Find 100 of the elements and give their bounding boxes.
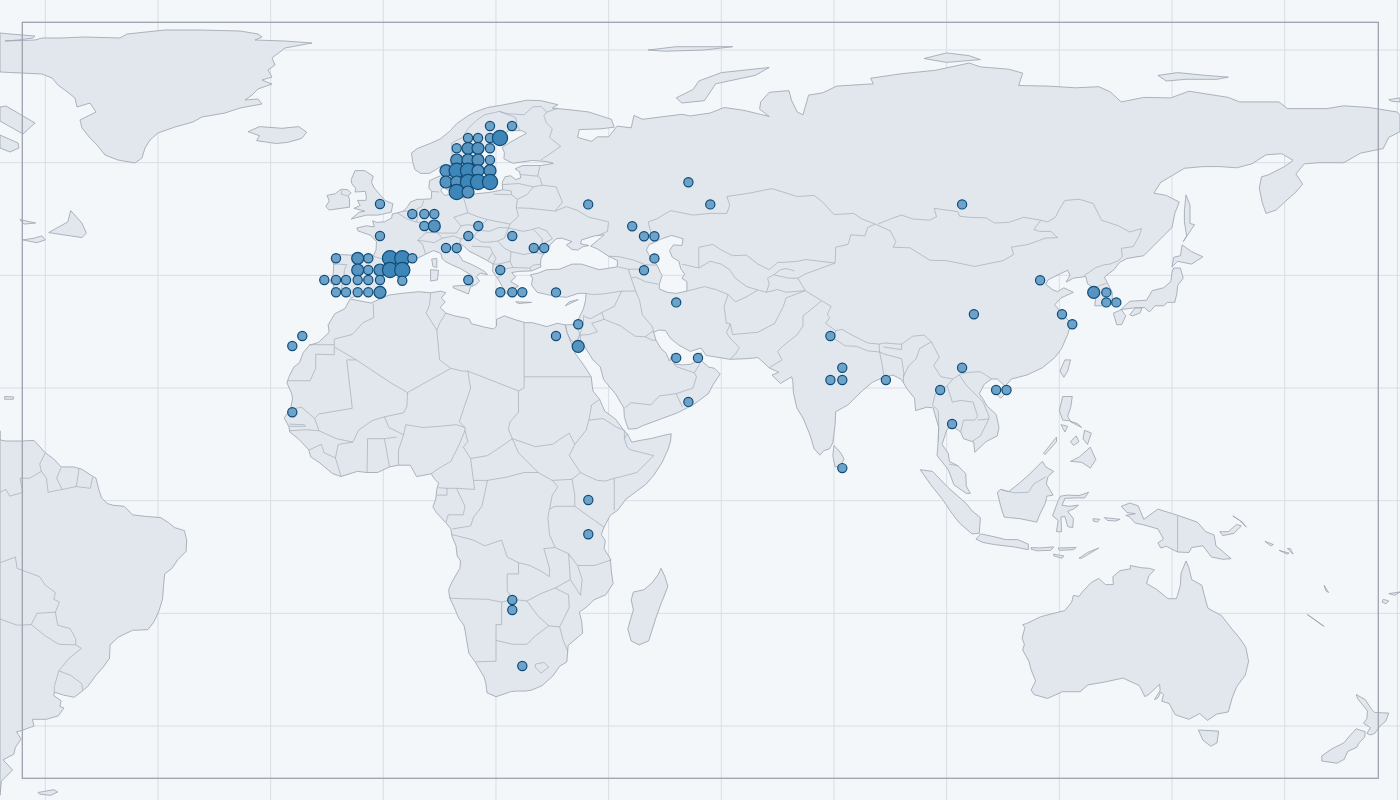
map-marker [451, 242, 462, 254]
map-marker [340, 274, 352, 286]
map-marker [451, 143, 462, 154]
map-marker [968, 309, 980, 320]
map-marker [463, 230, 474, 242]
map-marker [319, 274, 330, 286]
map-marker [638, 265, 650, 276]
map-marker [297, 330, 308, 342]
island [4, 396, 15, 400]
map-marker [440, 242, 452, 254]
map-marker [550, 287, 562, 298]
map-marker [837, 374, 848, 386]
map-marker [471, 153, 485, 167]
map-marker [550, 330, 562, 342]
map-marker [517, 660, 528, 672]
island [1323, 584, 1329, 593]
map-marker [363, 253, 374, 264]
map-marker [471, 141, 485, 155]
map-marker [507, 594, 518, 606]
map-marker [507, 604, 518, 616]
map-marker [1101, 297, 1112, 308]
map-marker [363, 264, 374, 276]
island [1182, 194, 1195, 242]
map-marker [1087, 285, 1101, 299]
island [452, 284, 472, 295]
map-marker [462, 132, 474, 144]
island [1043, 436, 1057, 455]
map-marker [837, 362, 848, 373]
map-marker [427, 219, 441, 233]
map-marker [495, 264, 506, 276]
map-marker [671, 297, 682, 308]
map-marker [573, 319, 584, 330]
map-marker [649, 231, 660, 242]
map-marker [374, 198, 386, 210]
map-marker [692, 352, 704, 364]
island [564, 299, 579, 307]
map-marker [1067, 319, 1078, 330]
island [1381, 598, 1390, 605]
map-marker [330, 253, 342, 264]
map-marker [583, 494, 594, 506]
map-marker [407, 208, 418, 220]
map-marker [583, 199, 594, 210]
map-marker [946, 418, 958, 430]
map-marker [1111, 297, 1122, 308]
map-marker [1056, 309, 1068, 320]
map-marker [363, 287, 374, 298]
map-marker [374, 230, 386, 242]
map-marker [495, 287, 506, 298]
map-marker [363, 274, 374, 286]
map-marker [473, 220, 484, 232]
map-marker [461, 185, 475, 199]
map-marker [439, 175, 453, 189]
map-marker [825, 374, 836, 386]
island [1092, 518, 1101, 523]
map-marker [517, 287, 528, 298]
map-marker [1101, 287, 1112, 298]
map-marker [507, 287, 518, 298]
map-marker [627, 221, 638, 232]
java-island [975, 533, 1029, 551]
map-marker [419, 220, 430, 232]
island [1198, 729, 1220, 747]
map-marker [935, 384, 946, 396]
map-marker [583, 529, 594, 540]
map-marker [649, 253, 660, 264]
map-marker [528, 242, 539, 254]
map-marker [956, 362, 968, 373]
island [1264, 540, 1274, 547]
map-marker [825, 330, 836, 342]
map-marker [683, 177, 694, 188]
map-marker [419, 208, 430, 220]
ireland-island [325, 188, 352, 211]
map-marker [539, 242, 550, 254]
island [19, 219, 37, 225]
map-marker [1001, 384, 1012, 396]
map-marker [571, 339, 585, 353]
map-marker [429, 208, 440, 220]
map-marker [507, 230, 518, 242]
map-marker [481, 173, 499, 191]
map-marker [956, 199, 968, 210]
map-marker [990, 384, 1002, 396]
map-marker [472, 132, 484, 144]
map-marker [373, 285, 387, 299]
map-marker [330, 274, 342, 286]
map-marker [352, 287, 363, 298]
map-marker [638, 231, 650, 242]
island [1104, 517, 1121, 522]
map-marker [351, 251, 365, 265]
map-marker [705, 199, 716, 210]
map-marker [880, 374, 892, 386]
island [48, 210, 87, 238]
map-marker [287, 340, 298, 352]
map-marker [340, 287, 352, 298]
map-marker [287, 407, 298, 418]
map-marker [837, 462, 848, 474]
map-marker [1034, 275, 1046, 286]
map-marker [683, 396, 694, 408]
map-marker [352, 274, 363, 286]
map-marker [463, 274, 474, 286]
island [515, 301, 532, 304]
map-marker [330, 287, 342, 298]
